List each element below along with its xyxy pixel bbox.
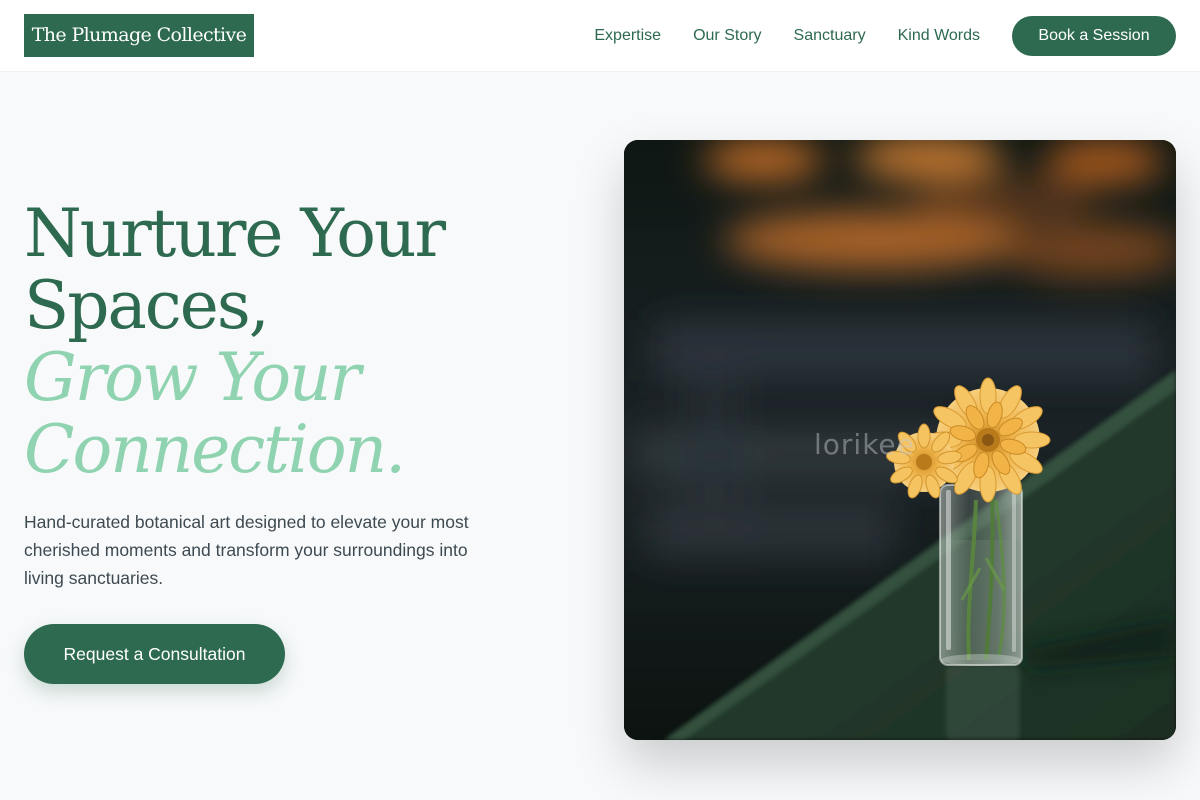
headline-line-3: Grow Your: [24, 339, 361, 416]
site-header: The Plumage Collective Expertise Our Sto…: [0, 0, 1200, 72]
hero-description: Hand-curated botanical art designed to e…: [24, 512, 469, 588]
request-consultation-button[interactable]: Request a Consultation: [24, 624, 285, 684]
brand-logo[interactable]: The Plumage Collective: [24, 14, 254, 57]
headline-line-2: Spaces,: [24, 267, 270, 344]
headline-line-1: Nurture Your: [24, 195, 446, 272]
image-watermark: lorikee: [814, 428, 915, 461]
headline-line-4: Connection.: [24, 411, 406, 488]
book-session-button[interactable]: Book a Session: [1012, 16, 1176, 56]
hero-image-flowers-in-vase: lorikee: [624, 140, 1176, 740]
nav-link-kind-words[interactable]: Kind Words: [898, 0, 980, 72]
glass-vase: [939, 484, 1023, 666]
nav-link-our-story[interactable]: Our Story: [693, 0, 761, 72]
main-nav: Expertise Our Story Sanctuary Kind Words: [594, 0, 980, 72]
hero-headline: Nurture Your Spaces, Grow Your Connectio…: [24, 198, 584, 486]
nav-link-expertise[interactable]: Expertise: [594, 0, 661, 72]
nav-link-sanctuary[interactable]: Sanctuary: [794, 0, 866, 72]
